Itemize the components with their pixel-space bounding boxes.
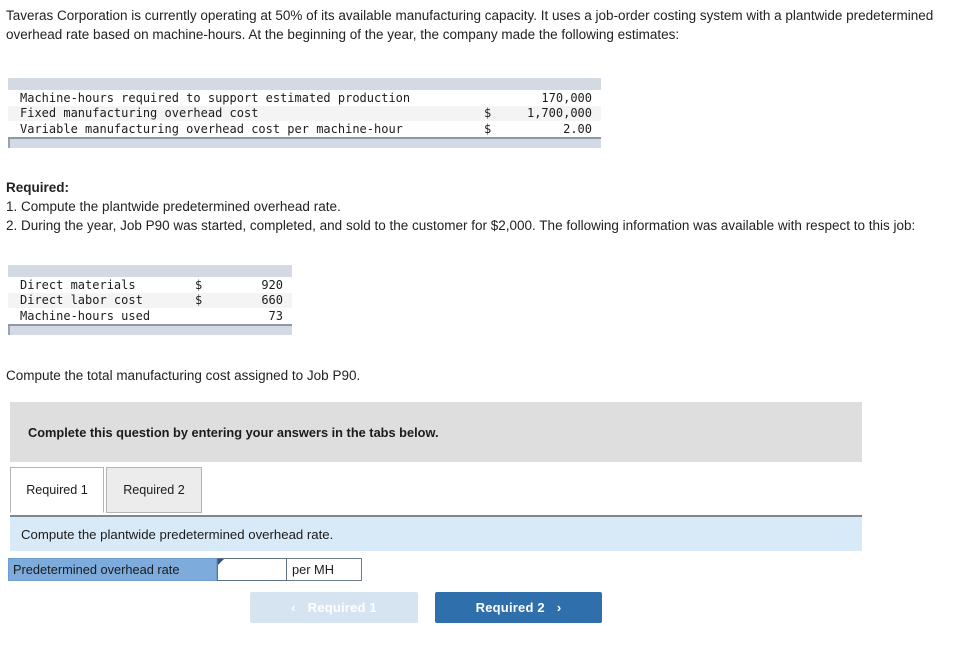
table-row: Direct materials $ 920 (8, 277, 292, 293)
row-label: Direct labor cost (20, 293, 143, 308)
table-footer-band (8, 138, 601, 148)
required-item-2: 2. During the year, Job P90 was started,… (6, 218, 916, 233)
row-value: 170,000 (541, 90, 592, 105)
row-value: 2.00 (563, 121, 592, 136)
row-value: 1,700,000 (526, 106, 592, 121)
question-page: Taveras Corporation is currently operati… (0, 0, 955, 652)
chevron-left-icon: ‹ (291, 600, 296, 615)
table-row: Machine-hours required to support estima… (8, 90, 601, 106)
table-header-band (8, 78, 601, 90)
required-title: Required: (6, 180, 70, 195)
next-button-label: Required 2 (475, 600, 545, 615)
next-required-2-button[interactable]: Required 2 › (435, 592, 602, 623)
answer-label: Predetermined overhead rate (8, 558, 217, 581)
row-value: 920 (261, 277, 283, 292)
row-value: 73 (268, 308, 283, 323)
required-block: Required: 1. Compute the plantwide prede… (6, 178, 946, 235)
prev-required-1-button[interactable]: ‹ Required 1 (250, 592, 418, 623)
table-row: Variable manufacturing overhead cost per… (8, 121, 601, 137)
tab-label: Required 1 (26, 483, 88, 497)
answer-unit: per MH (287, 558, 362, 581)
sub-instruction-banner: Compute the plantwide predetermined over… (10, 515, 862, 551)
job-table: Direct materials $ 920 Direct labor cost… (8, 265, 292, 335)
navigation-bar: ‹ Required 1 Required 2 › (0, 592, 955, 626)
table-row: Fixed manufacturing overhead cost $ 1,70… (8, 105, 601, 121)
table-footer-band (8, 325, 292, 335)
answer-unit-text: per MH (292, 562, 334, 577)
compute-instruction: Compute the total manufacturing cost ass… (6, 368, 361, 383)
row-currency: $ (195, 293, 203, 308)
tabstrip: Required 1 Required 2 (10, 467, 862, 515)
prev-button-label: Required 1 (307, 600, 377, 615)
row-currency: $ (484, 121, 492, 136)
row-currency: $ (484, 106, 492, 121)
tab-required-2[interactable]: Required 2 (106, 467, 202, 513)
intro-paragraph: Taveras Corporation is currently operati… (6, 8, 934, 42)
row-label: Variable manufacturing overhead cost per… (20, 121, 403, 136)
answer-label-text: Predetermined overhead rate (13, 562, 180, 577)
row-currency: $ (195, 277, 203, 292)
estimates-table: Machine-hours required to support estima… (8, 78, 601, 148)
sub-instruction-text: Compute the plantwide predetermined over… (21, 526, 334, 542)
answer-input-cell[interactable] (217, 558, 287, 581)
required-item-1: 1. Compute the plantwide predetermined o… (6, 199, 341, 214)
table-row: Machine-hours used 73 (8, 308, 292, 324)
row-label: Direct materials (20, 277, 136, 292)
table-header-band (8, 265, 292, 277)
table-row: Direct labor cost $ 660 (8, 292, 292, 308)
tab-label: Required 2 (123, 483, 185, 497)
overhead-rate-input[interactable] (218, 559, 286, 580)
row-label: Machine-hours used (20, 308, 151, 323)
tab-required-1[interactable]: Required 1 (10, 467, 104, 513)
instruction-banner-text: Complete this question by entering your … (28, 424, 439, 440)
row-value: 660 (261, 293, 283, 308)
row-label: Fixed manufacturing overhead cost (20, 106, 259, 121)
instruction-banner: Complete this question by entering your … (10, 402, 862, 462)
chevron-right-icon: › (556, 600, 562, 615)
row-label: Machine-hours required to support estima… (20, 90, 411, 105)
answer-row: Predetermined overhead rate per MH (8, 558, 362, 581)
